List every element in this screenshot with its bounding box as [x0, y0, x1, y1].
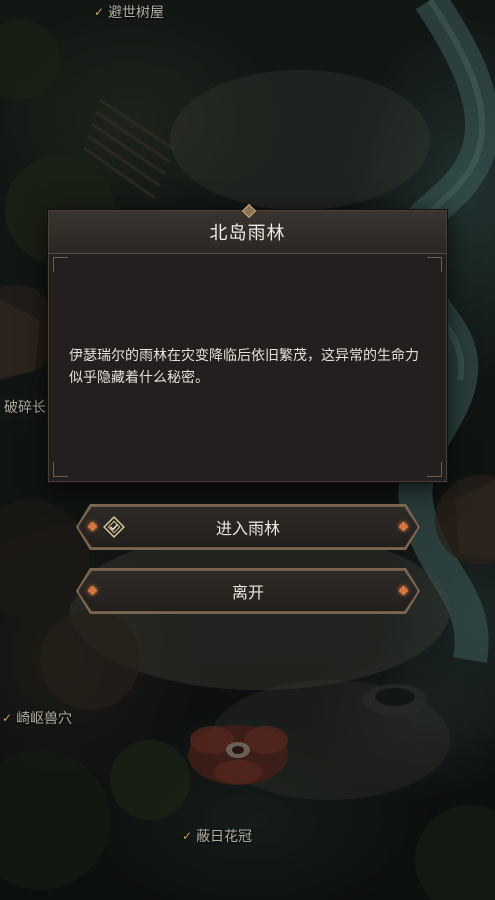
location-label: 破碎长: [0, 396, 50, 418]
orange-diamond-icon: [399, 522, 409, 532]
location-hermit-treehouse[interactable]: ✓ 避世树屋: [94, 2, 164, 22]
dialog-title: 北岛雨林: [209, 223, 286, 244]
location-rugged-den[interactable]: ✓ 崎岖兽穴: [2, 708, 72, 728]
enter-rainforest-button[interactable]: 进入雨林: [78, 506, 418, 548]
leave-button[interactable]: 离开: [78, 570, 418, 612]
check-icon: ✓: [2, 711, 13, 725]
frame-corner-icon: [427, 462, 442, 477]
frame-corner-icon: [427, 257, 442, 272]
location-dialog: 北岛雨林 伊瑟瑞尔的雨林在灾变降临后依旧繁茂，这异常的生命力似乎隐藏着什么秘密。: [48, 203, 447, 482]
location-label: 避世树屋: [108, 5, 165, 21]
enter-diamond-icon: [103, 516, 125, 538]
enter-button-label: 进入雨林: [215, 519, 280, 538]
dialog-description: 伊瑟瑞尔的雨林在灾变降临后依旧繁茂，这异常的生命力似乎隐藏着什么秘密。: [69, 348, 419, 386]
frame-corner-icon: [53, 462, 68, 477]
orange-diamond-icon: [88, 586, 98, 596]
orange-diamond-icon: [399, 586, 409, 596]
check-icon: ✓: [182, 829, 193, 843]
location-canopy-crown[interactable]: ✓ 蔽日花冠: [182, 826, 252, 846]
check-icon: ✓: [94, 5, 105, 19]
location-label: 蔽日花冠: [196, 829, 253, 845]
orange-diamond-icon: [88, 522, 98, 532]
frame-corner-icon: [53, 257, 68, 272]
leave-button-label: 离开: [231, 583, 264, 602]
location-broken-edge[interactable]: 破碎长: [0, 396, 50, 418]
location-label: 崎岖兽穴: [16, 711, 73, 727]
